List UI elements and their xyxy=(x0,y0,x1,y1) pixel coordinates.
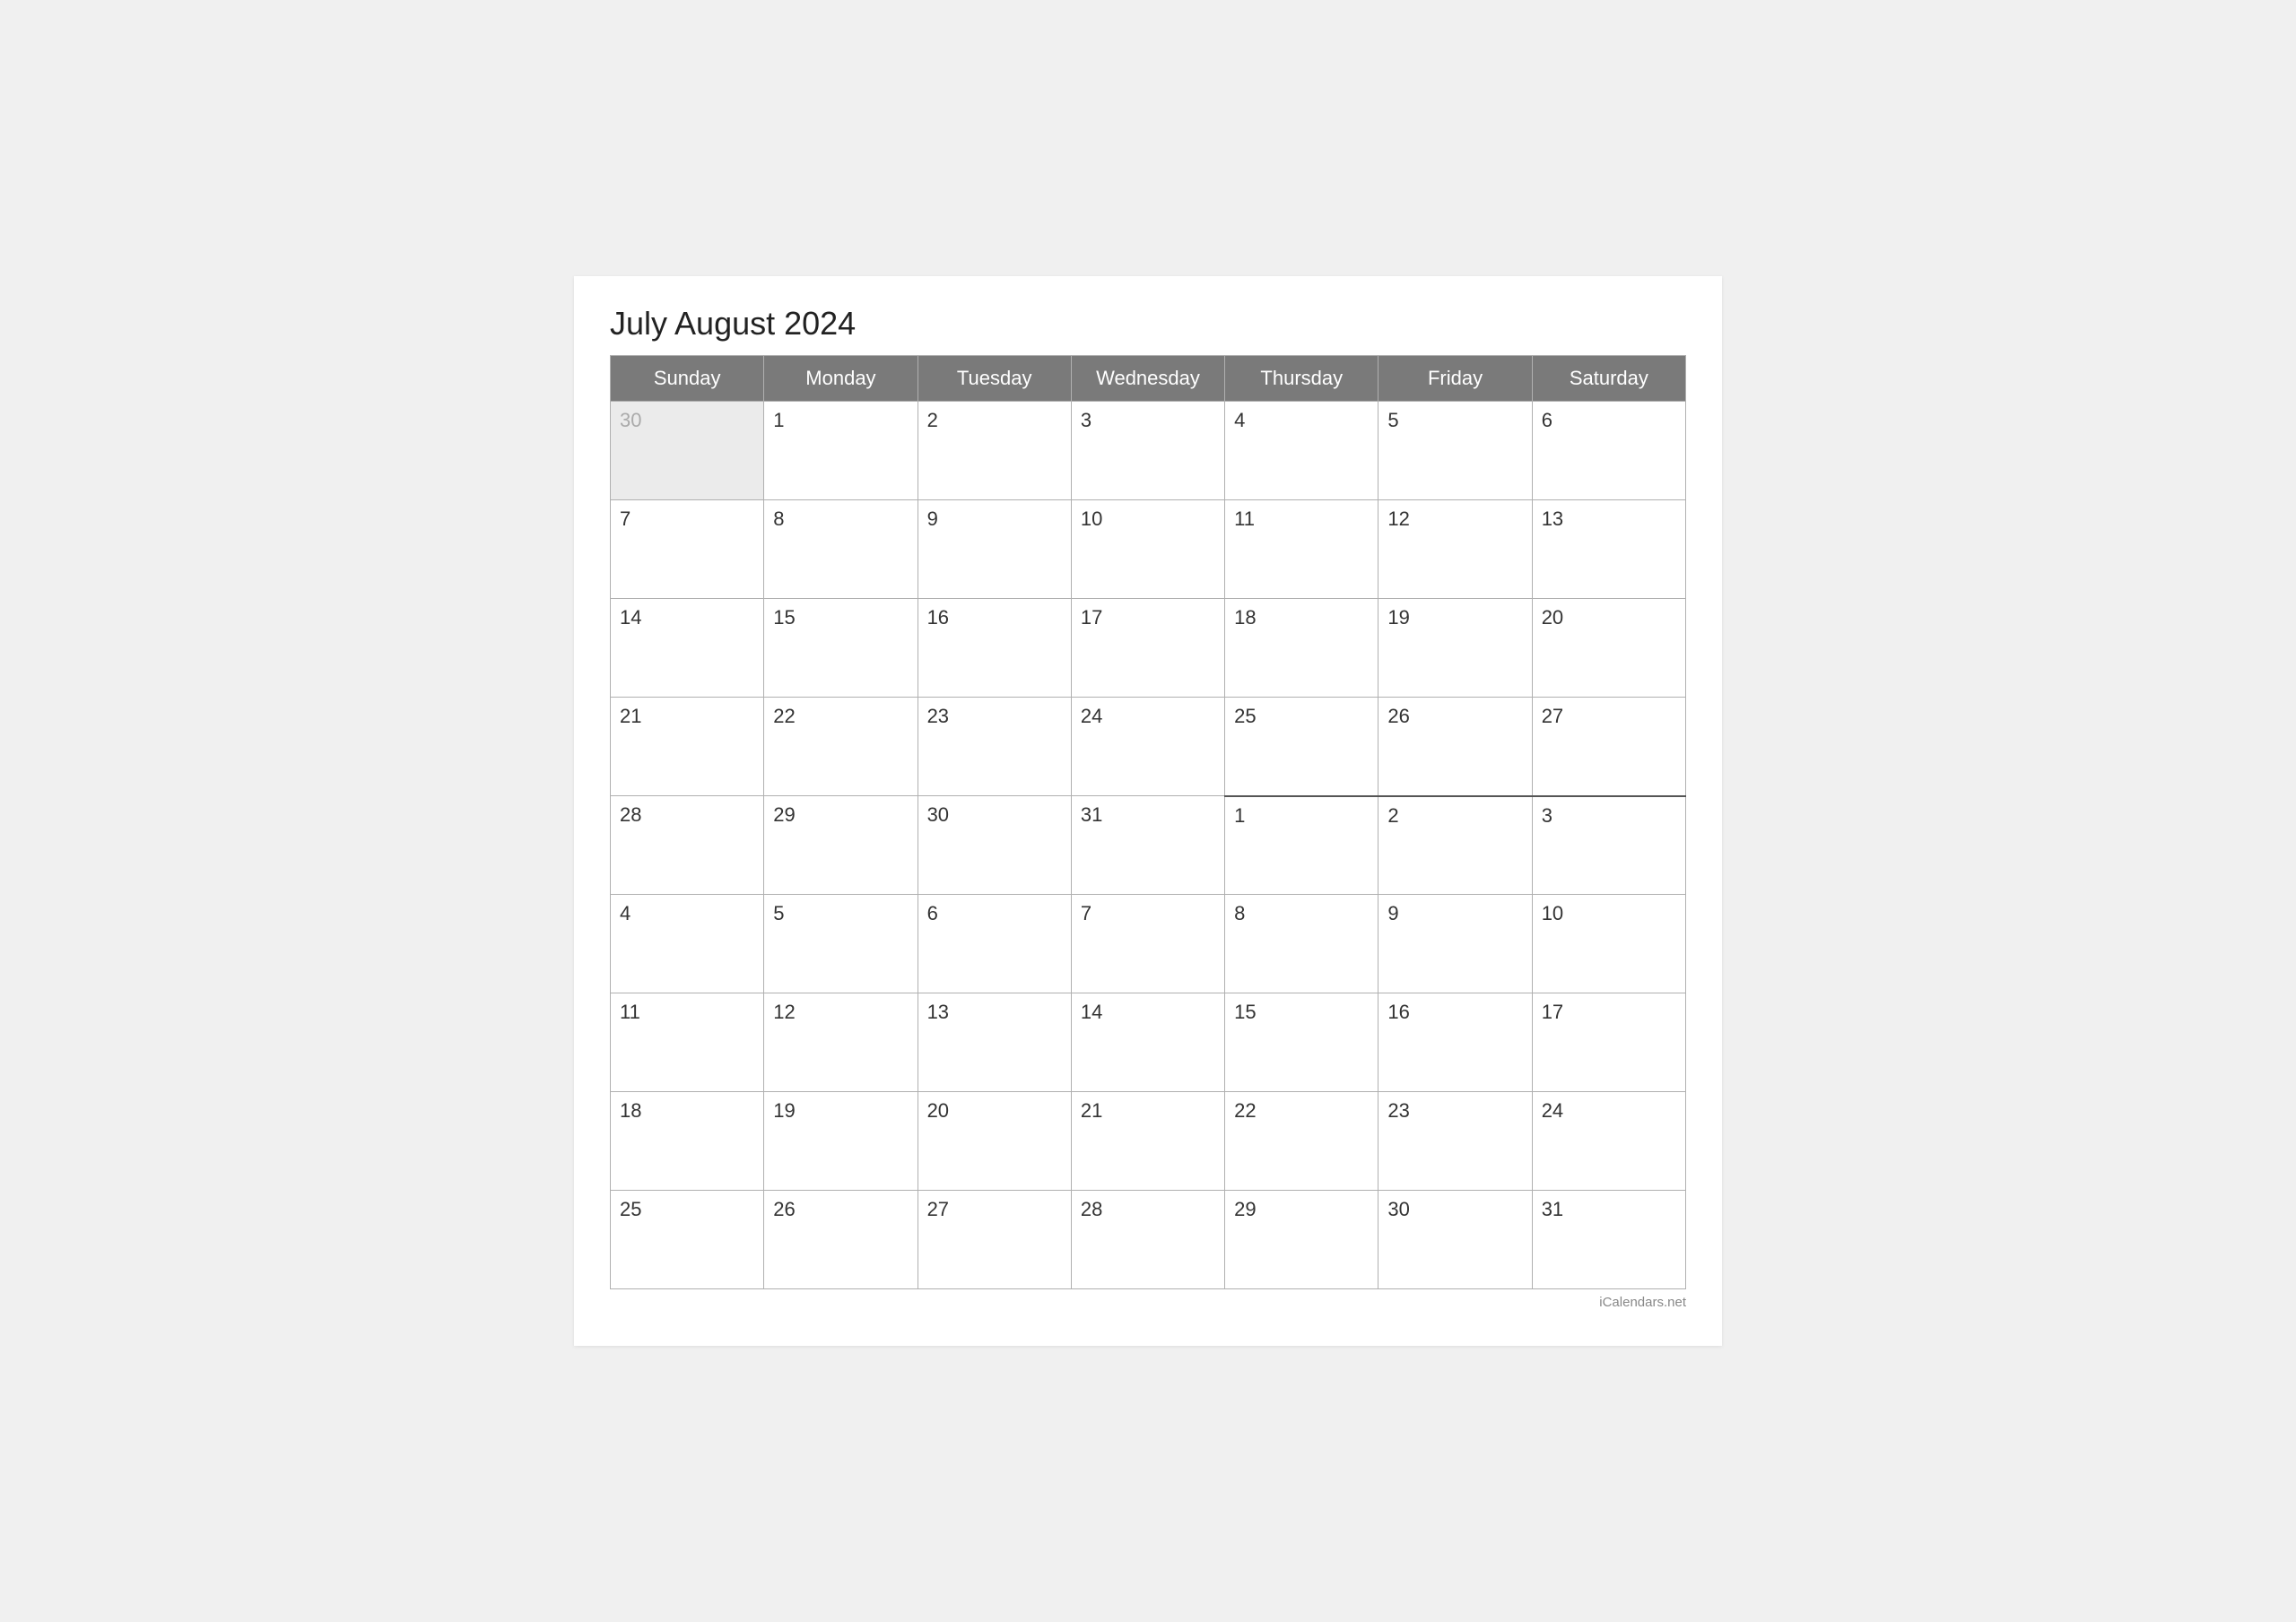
calendar-cell[interactable]: 17 xyxy=(1071,599,1224,698)
calendar-cell[interactable]: 25 xyxy=(1225,698,1378,796)
calendar-cell[interactable]: 28 xyxy=(611,796,764,895)
day-header-friday: Friday xyxy=(1378,356,1532,402)
week-row-8: 25262728293031 xyxy=(611,1191,1686,1289)
week-row-1: 78910111213 xyxy=(611,500,1686,599)
calendar-cell[interactable]: 6 xyxy=(1532,402,1685,500)
calendar-cell[interactable]: 22 xyxy=(764,698,918,796)
calendar-cell[interactable]: 5 xyxy=(1378,402,1532,500)
calendar-cell[interactable]: 21 xyxy=(1071,1092,1224,1191)
calendar-cell[interactable]: 23 xyxy=(918,698,1071,796)
calendar-cell[interactable]: 20 xyxy=(918,1092,1071,1191)
week-row-2: 14151617181920 xyxy=(611,599,1686,698)
calendar-container: July August 2024 SundayMondayTuesdayWedn… xyxy=(574,276,1722,1346)
calendar-cell[interactable]: 20 xyxy=(1532,599,1685,698)
calendar-cell[interactable]: 9 xyxy=(918,500,1071,599)
week-row-5: 45678910 xyxy=(611,895,1686,993)
calendar-cell[interactable]: 26 xyxy=(764,1191,918,1289)
calendar-cell[interactable]: 4 xyxy=(611,895,764,993)
calendar-cell[interactable]: 31 xyxy=(1532,1191,1685,1289)
calendar-table: SundayMondayTuesdayWednesdayThursdayFrid… xyxy=(610,355,1686,1289)
week-row-7: 18192021222324 xyxy=(611,1092,1686,1191)
calendar-cell[interactable]: 14 xyxy=(1071,993,1224,1092)
calendar-cell[interactable]: 21 xyxy=(611,698,764,796)
calendar-cell[interactable]: 13 xyxy=(918,993,1071,1092)
calendar-cell[interactable]: 11 xyxy=(1225,500,1378,599)
day-header-thursday: Thursday xyxy=(1225,356,1378,402)
calendar-cell[interactable]: 24 xyxy=(1071,698,1224,796)
calendar-cell[interactable]: 30 xyxy=(918,796,1071,895)
week-row-4: 28293031123 xyxy=(611,796,1686,895)
calendar-cell[interactable]: 4 xyxy=(1225,402,1378,500)
calendar-cell[interactable]: 1 xyxy=(1225,796,1378,895)
calendar-cell[interactable]: 31 xyxy=(1071,796,1224,895)
calendar-cell[interactable]: 2 xyxy=(918,402,1071,500)
calendar-cell[interactable]: 19 xyxy=(764,1092,918,1191)
calendar-cell[interactable]: 15 xyxy=(1225,993,1378,1092)
calendar-cell[interactable]: 10 xyxy=(1071,500,1224,599)
calendar-cell[interactable]: 5 xyxy=(764,895,918,993)
calendar-cell[interactable]: 28 xyxy=(1071,1191,1224,1289)
calendar-cell[interactable]: 15 xyxy=(764,599,918,698)
calendar-cell[interactable]: 8 xyxy=(764,500,918,599)
calendar-cell[interactable]: 23 xyxy=(1378,1092,1532,1191)
calendar-cell[interactable]: 7 xyxy=(611,500,764,599)
calendar-cell[interactable]: 29 xyxy=(1225,1191,1378,1289)
calendar-cell[interactable]: 27 xyxy=(918,1191,1071,1289)
calendar-header: SundayMondayTuesdayWednesdayThursdayFrid… xyxy=(611,356,1686,402)
day-header-saturday: Saturday xyxy=(1532,356,1685,402)
calendar-cell[interactable]: 3 xyxy=(1532,796,1685,895)
calendar-cell[interactable]: 17 xyxy=(1532,993,1685,1092)
calendar-cell[interactable]: 12 xyxy=(764,993,918,1092)
calendar-cell[interactable]: 6 xyxy=(918,895,1071,993)
calendar-cell[interactable]: 19 xyxy=(1378,599,1532,698)
days-of-week-row: SundayMondayTuesdayWednesdayThursdayFrid… xyxy=(611,356,1686,402)
calendar-cell[interactable]: 9 xyxy=(1378,895,1532,993)
calendar-body: 3012345678910111213141516171819202122232… xyxy=(611,402,1686,1289)
calendar-cell[interactable]: 14 xyxy=(611,599,764,698)
calendar-cell[interactable]: 18 xyxy=(1225,599,1378,698)
calendar-cell[interactable]: 16 xyxy=(1378,993,1532,1092)
calendar-cell[interactable]: 11 xyxy=(611,993,764,1092)
calendar-cell[interactable]: 29 xyxy=(764,796,918,895)
calendar-cell[interactable]: 13 xyxy=(1532,500,1685,599)
calendar-cell[interactable]: 16 xyxy=(918,599,1071,698)
calendar-cell[interactable]: 24 xyxy=(1532,1092,1685,1191)
calendar-cell[interactable]: 12 xyxy=(1378,500,1532,599)
calendar-cell[interactable]: 18 xyxy=(611,1092,764,1191)
calendar-cell[interactable]: 27 xyxy=(1532,698,1685,796)
calendar-title: July August 2024 xyxy=(610,305,1686,343)
day-header-monday: Monday xyxy=(764,356,918,402)
calendar-cell[interactable]: 7 xyxy=(1071,895,1224,993)
day-header-sunday: Sunday xyxy=(611,356,764,402)
calendar-cell[interactable]: 10 xyxy=(1532,895,1685,993)
calendar-cell[interactable]: 25 xyxy=(611,1191,764,1289)
calendar-cell[interactable]: 3 xyxy=(1071,402,1224,500)
calendar-cell[interactable]: 22 xyxy=(1225,1092,1378,1191)
week-row-6: 11121314151617 xyxy=(611,993,1686,1092)
week-row-3: 21222324252627 xyxy=(611,698,1686,796)
day-header-wednesday: Wednesday xyxy=(1071,356,1224,402)
calendar-cell[interactable]: 2 xyxy=(1378,796,1532,895)
calendar-cell[interactable]: 30 xyxy=(1378,1191,1532,1289)
footer-attribution: iCalendars.net xyxy=(610,1295,1686,1310)
calendar-cell[interactable]: 30 xyxy=(611,402,764,500)
week-row-0: 30123456 xyxy=(611,402,1686,500)
calendar-cell[interactable]: 26 xyxy=(1378,698,1532,796)
day-header-tuesday: Tuesday xyxy=(918,356,1071,402)
calendar-cell[interactable]: 1 xyxy=(764,402,918,500)
calendar-cell[interactable]: 8 xyxy=(1225,895,1378,993)
